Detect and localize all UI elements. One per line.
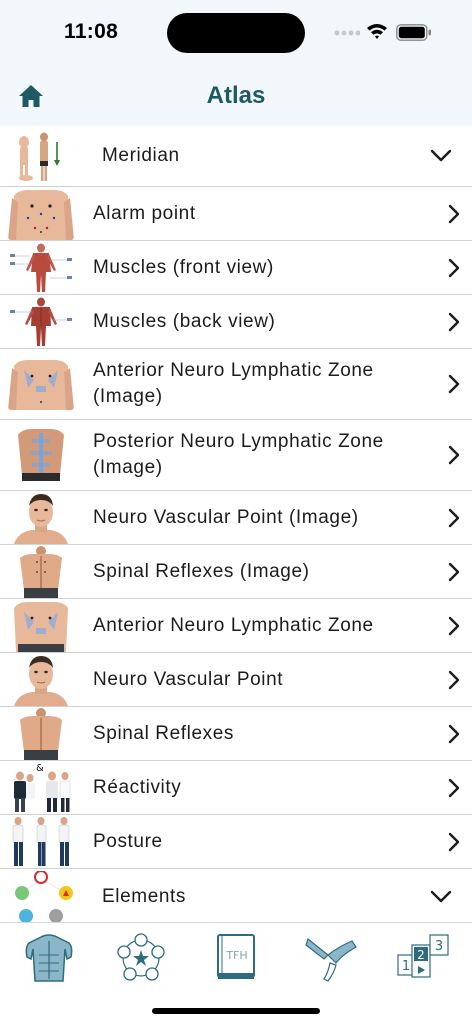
chevron-down-icon	[430, 890, 452, 902]
list-item-label: Meridian	[102, 145, 180, 166]
elements-thumbnail	[8, 870, 74, 922]
cellular-signal-icon	[334, 30, 360, 36]
chevron-right-icon	[448, 670, 460, 689]
torso-front-thumbnail	[8, 187, 74, 240]
tab-sequence[interactable]: 1 2 3	[394, 933, 454, 983]
list-item-spinal-reflexes[interactable]: Spinal Reflexes	[0, 707, 472, 761]
list-item-neuro-vascular[interactable]: Neuro Vascular Point	[0, 653, 472, 707]
list-item-muscles-front[interactable]: Muscles (front view)	[0, 241, 472, 295]
list-item-label: Elements	[102, 885, 187, 907]
list-item-label: Spinal Reflexes (Image)	[93, 560, 310, 582]
list-item-anterior-nl-zone[interactable]: Anterior Neuro Lymphatic Zone	[0, 599, 472, 653]
reactivity-thumbnail: &	[8, 761, 74, 814]
list-item-reactivity[interactable]: & Réactivity	[0, 761, 472, 815]
muscles-front-thumbnail	[8, 241, 74, 294]
list-item-label: Posture	[93, 830, 163, 852]
tab-bar: TFH 1 2 3	[0, 922, 472, 1024]
head-thumbnail	[8, 491, 74, 544]
svg-text:3: 3	[435, 939, 443, 954]
muscle-body-icon	[25, 934, 73, 982]
torso-back-thumbnail	[8, 545, 74, 598]
page-title: Atlas	[206, 82, 266, 109]
list-item-alarm-point[interactable]: Alarm point	[0, 187, 472, 241]
chevron-right-icon	[448, 832, 460, 851]
chevron-right-icon	[448, 616, 460, 635]
list-item-meridian[interactable]: Meridian	[0, 126, 472, 187]
svg-text:&: &	[36, 763, 44, 774]
head-thumbnail	[8, 653, 74, 706]
wifi-icon	[367, 24, 387, 39]
list-item-muscles-back[interactable]: Muscles (back view)	[0, 295, 472, 349]
list-item-spinal-reflexes-image[interactable]: Spinal Reflexes (Image)	[0, 545, 472, 599]
list-item-label: Neuro Vascular Point (Image)	[93, 506, 359, 528]
svg-text:2: 2	[417, 948, 425, 962]
status-time: 11:08	[64, 20, 119, 43]
book-icon: TFH	[217, 934, 255, 979]
svg-text:1: 1	[402, 959, 410, 974]
tab-book[interactable]: TFH	[206, 933, 266, 983]
list-item-posture[interactable]: Posture	[0, 815, 472, 869]
list-item-posterior-nl-zone-image[interactable]: Posterior Neuro Lymphatic Zone (Image)	[0, 420, 472, 491]
tab-muscle-test[interactable]	[302, 933, 362, 983]
chevron-right-icon	[448, 508, 460, 527]
list-item-anterior-nl-zone-image[interactable]: Anterior Neuro Lymphatic Zone (Image)	[0, 349, 472, 420]
status-bar: 11:08	[0, 0, 472, 64]
chevron-right-icon	[448, 312, 460, 331]
chevron-down-icon	[430, 149, 452, 162]
list-item-label: Anterior Neuro Lymphatic Zone (Image)	[93, 360, 374, 407]
chevron-right-icon	[448, 258, 460, 277]
chevron-right-icon	[448, 724, 460, 743]
torso-back-thumbnail	[8, 707, 74, 760]
list-item-label: Muscles (front view)	[93, 256, 274, 278]
list-item-label: Muscles (back view)	[93, 310, 276, 332]
svg-text:TFH: TFH	[225, 949, 247, 962]
muscles-back-thumbnail	[8, 295, 74, 348]
tab-anatomy[interactable]	[19, 933, 79, 983]
chevron-right-icon	[448, 374, 460, 394]
posture-thumbnail	[8, 815, 74, 868]
torso-front-thumbnail	[8, 358, 74, 410]
meridian-thumbnail	[8, 130, 74, 182]
dynamic-island	[167, 13, 305, 53]
list-item-neuro-vascular-image[interactable]: Neuro Vascular Point (Image)	[0, 491, 472, 545]
chevron-right-icon	[448, 562, 460, 581]
list-item-label: Posterior Neuro Lymphatic Zone (Image)	[93, 431, 384, 478]
five-elements-icon	[117, 933, 165, 981]
list-item-label: Neuro Vascular Point	[93, 668, 284, 690]
battery-icon	[396, 24, 431, 41]
chevron-right-icon	[448, 204, 460, 223]
muscle-test-icon	[305, 937, 357, 982]
sequence-icon: 1 2 3	[397, 934, 449, 978]
list-item-label: Spinal Reflexes	[93, 722, 235, 744]
home-indicator[interactable]	[152, 1008, 320, 1014]
list-item-label: Anterior Neuro Lymphatic Zone	[93, 614, 374, 636]
chevron-right-icon	[448, 445, 460, 465]
chevron-right-icon	[448, 778, 460, 797]
list-item-label: Réactivity	[93, 776, 182, 798]
list-item-elements[interactable]: Elements	[0, 869, 472, 922]
navigation-bar: Atlas	[0, 64, 472, 126]
atlas-list: Meridian Alarm point Muscles (front view…	[0, 126, 472, 922]
tab-elements[interactable]	[111, 933, 171, 983]
torso-front-thumbnail	[8, 599, 74, 652]
list-item-label: Alarm point	[93, 202, 196, 224]
torso-back-thumbnail	[8, 429, 74, 481]
